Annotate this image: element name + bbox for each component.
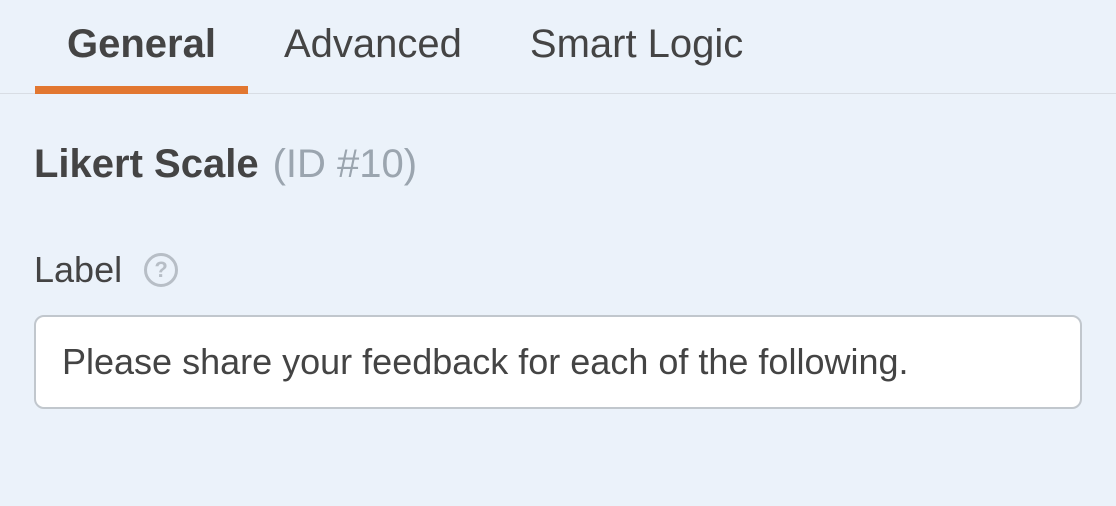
help-icon[interactable] [144, 253, 178, 287]
label-caption: Label [34, 249, 122, 291]
tabs: General Advanced Smart Logic [0, 0, 1116, 94]
field-type-name: Likert Scale [34, 142, 259, 187]
tab-advanced[interactable]: Advanced [284, 22, 462, 93]
field-type-heading: Likert Scale (ID #10) [34, 142, 1082, 187]
general-panel: Likert Scale (ID #10) Label [0, 94, 1116, 409]
tab-smart-logic[interactable]: Smart Logic [530, 22, 743, 93]
label-input[interactable] [34, 315, 1082, 409]
label-input-wrap [34, 315, 1082, 409]
tab-general[interactable]: General [67, 22, 216, 93]
field-id: (ID #10) [273, 142, 418, 187]
label-caption-row: Label [34, 249, 1082, 291]
